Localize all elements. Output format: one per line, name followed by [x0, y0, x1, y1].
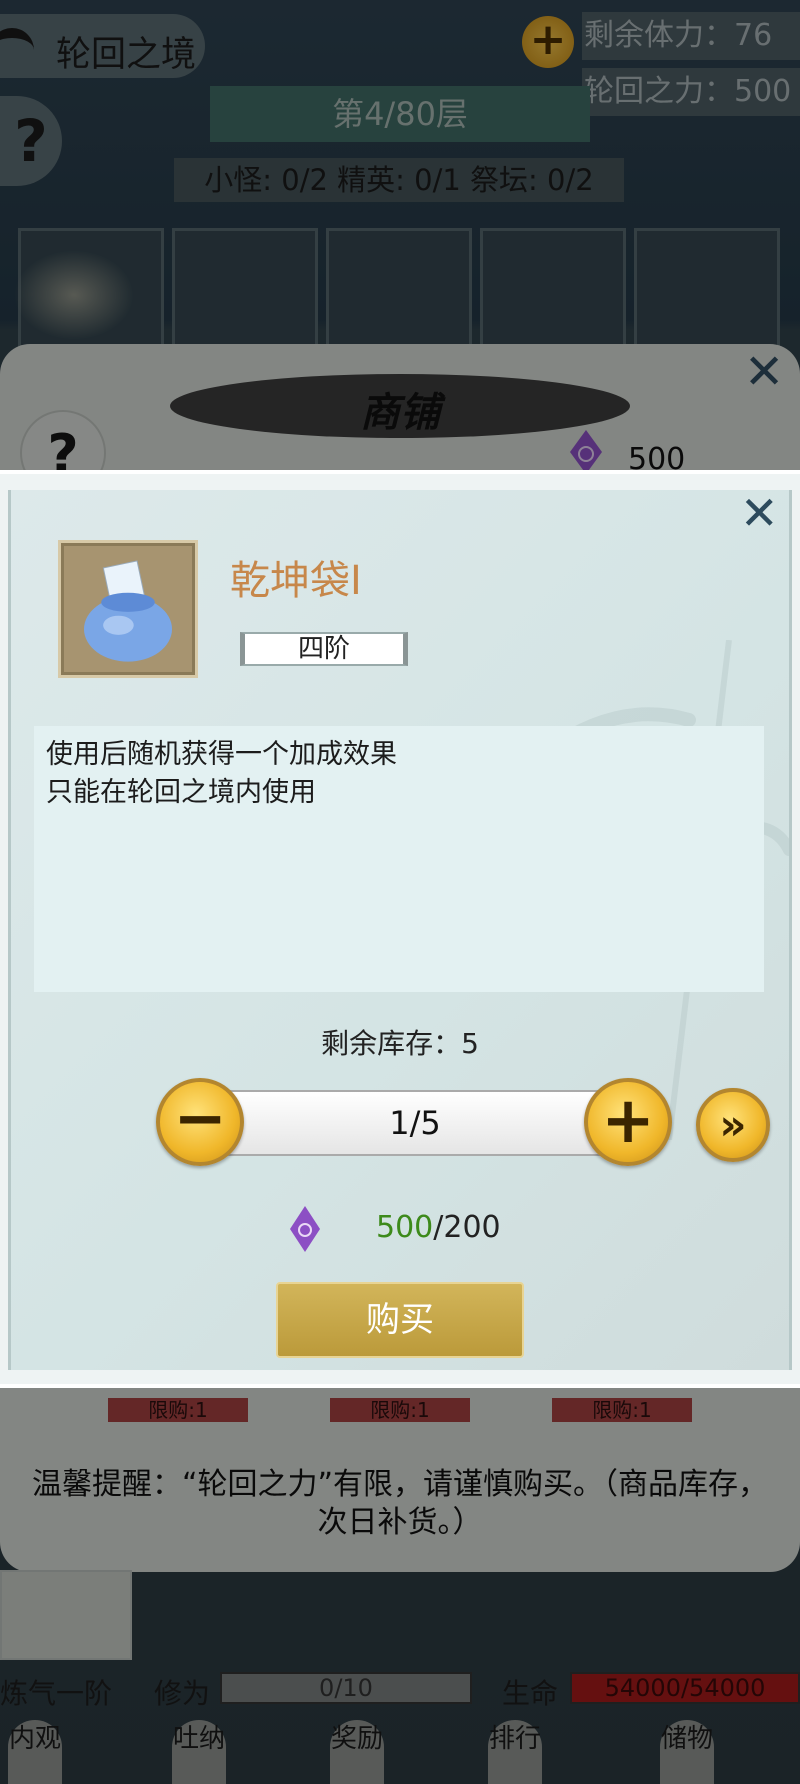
xiuwei-label: 修为 — [154, 1677, 211, 1710]
decrease-quantity-button[interactable]: − — [156, 1078, 244, 1166]
price-display: 500/200 — [376, 1210, 501, 1245]
plus-icon: + — [529, 14, 567, 65]
dialog-close-icon[interactable]: ✕ — [740, 486, 779, 540]
purchase-limit-badge: 限购:1 — [330, 1398, 470, 1422]
purple-gem-icon — [290, 1206, 320, 1252]
item-description: 使用后随机获得一个加成效果 只能在轮回之境内使用 — [34, 726, 764, 992]
xiuwei-progress-bar: 0/10 — [220, 1672, 472, 1704]
hp-bar: 54000/54000 — [570, 1672, 800, 1704]
description-line: 使用后随机获得一个加成效果 — [46, 739, 397, 770]
room-slot[interactable] — [326, 228, 472, 348]
shop-close-icon[interactable]: ✕ — [744, 344, 784, 400]
remaining-stock: 剩余库存：5 — [321, 1027, 479, 1060]
nav-button-reward[interactable]: 奖励 — [330, 1720, 384, 1784]
enemy-counts: 小怪: 0/2 精英: 0/1 祭坛: 0/2 — [174, 158, 624, 202]
price-cost: /200 — [433, 1210, 501, 1245]
item-name: 乾坤袋I — [230, 558, 362, 604]
plus-icon: + — [601, 1084, 655, 1158]
nav-button-rank[interactable]: 排行 — [488, 1720, 542, 1784]
shop-reminder-text: 温馨提醒：“轮回之力”有限，请谨慎购买。（商品库存，次日补货。） — [31, 1467, 769, 1540]
increase-quantity-button[interactable]: + — [584, 1078, 672, 1166]
item-tier-badge: 四阶 — [240, 632, 408, 666]
stamina-display: 剩余体力：76 — [582, 12, 800, 60]
double-chevron-right-icon: » — [719, 1100, 747, 1149]
area-title-bar: 轮回之境 — [0, 14, 205, 78]
purple-gem-icon — [570, 430, 602, 474]
hp-label: 生命 — [502, 1677, 559, 1710]
purchase-limit-badge: 限购:1 — [552, 1398, 692, 1422]
player-avatar[interactable] — [0, 1570, 132, 1660]
quantity-value: 1/5 — [389, 1104, 441, 1142]
room-slot[interactable] — [634, 228, 780, 348]
back-arc-icon[interactable] — [0, 28, 34, 72]
floor-indicator: 第4/80层 — [210, 86, 590, 142]
add-stamina-button[interactable]: + — [522, 16, 574, 68]
purchase-limit-badge: 限购:1 — [108, 1398, 248, 1422]
max-quantity-button[interactable]: » — [696, 1088, 770, 1162]
room-slot[interactable] — [172, 228, 318, 348]
description-line: 只能在轮回之境内使用 — [46, 777, 316, 808]
shop-title: 商铺 — [360, 389, 440, 436]
realm-label: 炼气一阶 — [0, 1677, 113, 1710]
room-slot[interactable] — [480, 228, 626, 348]
reincarnation-power-display: 轮回之力：500 — [582, 68, 800, 116]
area-title: 轮回之境 — [56, 35, 197, 75]
nav-button-storage[interactable]: 储物 — [660, 1720, 714, 1784]
nav-button-neiguan[interactable]: 内观 — [8, 1720, 62, 1784]
nav-button-tuna[interactable]: 吐纳 — [172, 1720, 226, 1784]
blue-pouch-icon — [84, 560, 172, 662]
crane-emblem-icon — [14, 250, 134, 340]
minus-icon: − — [173, 1082, 227, 1156]
buy-button[interactable]: 购买 — [276, 1282, 524, 1358]
price-owned: 500 — [376, 1210, 434, 1245]
item-icon-frame — [58, 540, 198, 678]
